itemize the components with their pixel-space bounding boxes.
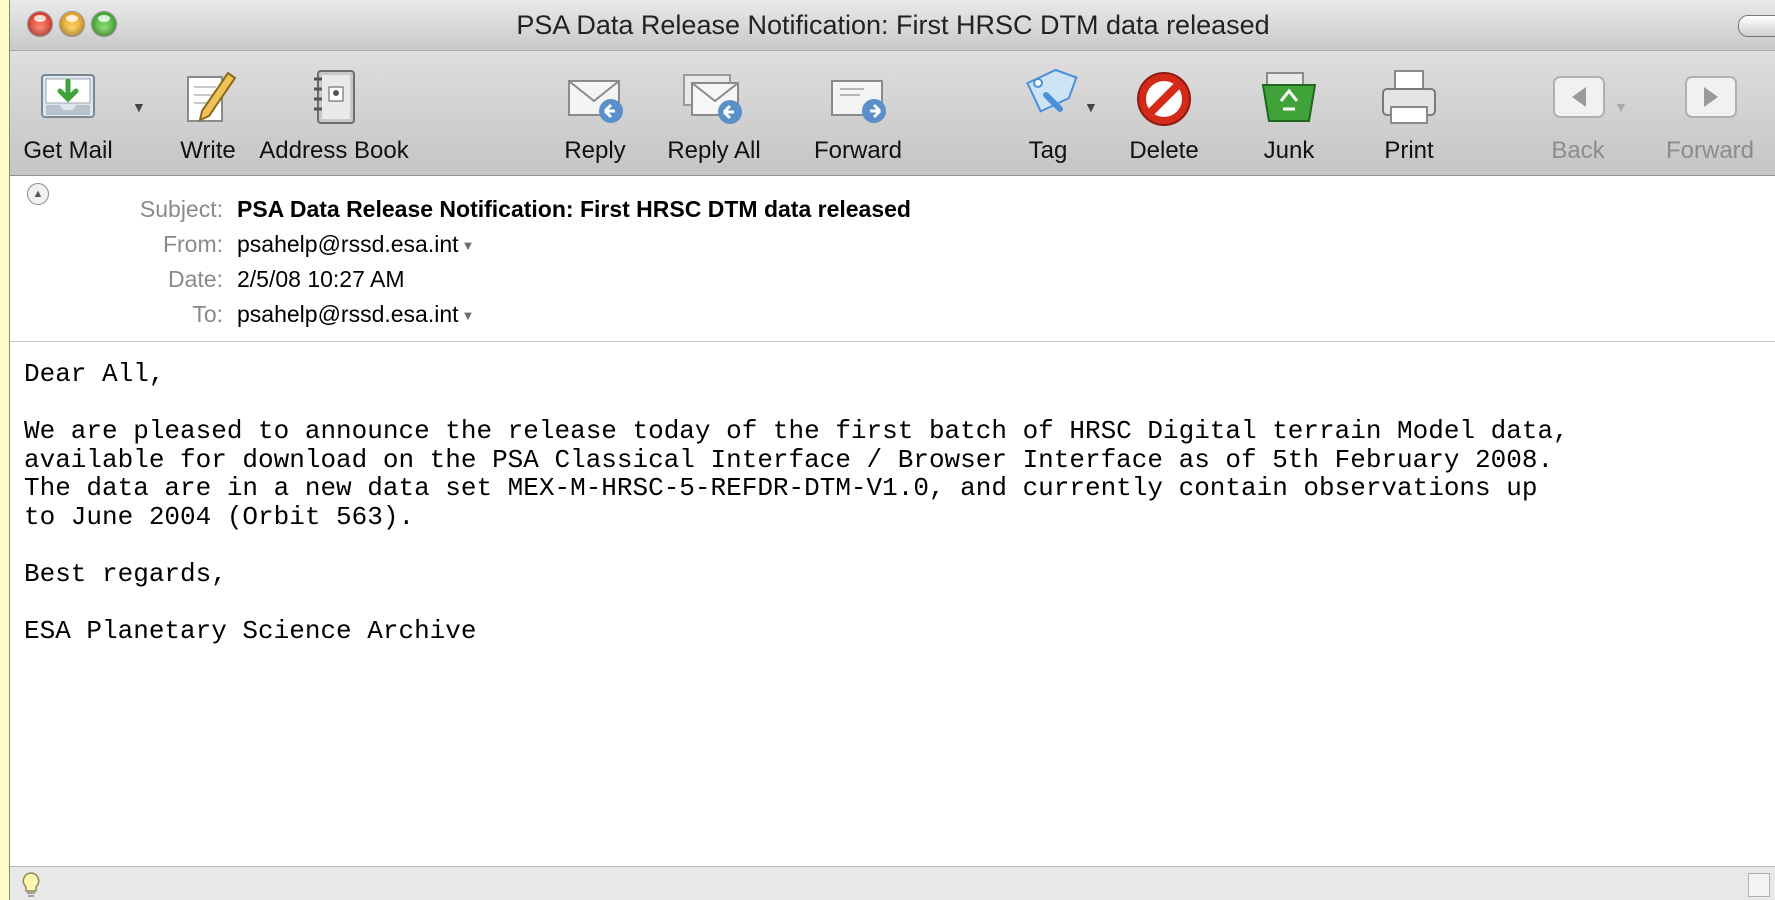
forward-nav-button[interactable]: Forward [1666, 51, 1754, 175]
reply-all-button[interactable]: Reply All [667, 51, 761, 175]
forward-nav-label: Forward [1665, 137, 1755, 164]
to-value[interactable]: psahelp@rssd.esa.int ▼ [237, 301, 474, 328]
reply-envelope-icon [568, 80, 623, 123]
message-body: Dear All, We are pleased to announce the … [24, 360, 1764, 674]
recycle-bin-icon [1261, 72, 1317, 122]
date-label: Date: [168, 266, 223, 292]
back-dropdown-icon[interactable]: ▼ [1614, 99, 1628, 115]
body-closing: Best regards, [24, 558, 227, 589]
pencil-paper-icon [187, 71, 237, 122]
body-paragraph: We are pleased to announce the release t… [24, 416, 1569, 532]
forward-arrow-icon [1685, 76, 1737, 118]
printer-icon [1382, 70, 1436, 124]
body-greeting: Dear All, [24, 359, 165, 389]
address-book-button[interactable]: Address Book [259, 51, 409, 175]
forward-label: Forward [813, 137, 903, 164]
message-header: ▲ Subject: PSA Data Release Notification… [10, 176, 1775, 342]
from-value[interactable]: psahelp@rssd.esa.int ▼ [237, 231, 474, 258]
get-mail-dropdown-icon[interactable]: ▼ [132, 99, 146, 115]
body-signature: ESA Planetary Science Archive [24, 615, 477, 646]
to-address[interactable]: psahelp@rssd.esa.int [237, 301, 459, 327]
address-book-label: Address Book [259, 137, 409, 164]
subject-label: Subject: [139, 196, 223, 222]
tag-dropdown-icon[interactable]: ▼ [1084, 99, 1098, 115]
junk-button[interactable]: Junk [1249, 51, 1329, 175]
delete-button[interactable]: Delete [1124, 51, 1204, 175]
date-value: 2/5/08 10:27 AM [237, 266, 405, 292]
reply-button[interactable]: Reply [555, 51, 635, 175]
title-bar[interactable]: PSA Data Release Notification: First HRS… [10, 0, 1775, 51]
back-arrow-icon [1553, 76, 1605, 118]
get-mail-button[interactable]: ▼ Get Mail [23, 51, 146, 175]
from-label: From: [162, 231, 223, 257]
print-button[interactable]: Print [1369, 51, 1449, 175]
write-button[interactable]: Write [168, 51, 248, 175]
mail-window: PSA Data Release Notification: First HRS… [9, 0, 1775, 900]
to-dropdown-icon[interactable]: ▼ [462, 308, 475, 323]
window-title: PSA Data Release Notification: First HRS… [516, 10, 1270, 40]
no-entry-icon [1137, 72, 1191, 126]
toolbar: ▼ Get Mail Write Address Book Reply Repl… [10, 51, 1775, 176]
address-book-icon [314, 70, 355, 124]
lightbulb-icon[interactable] [20, 871, 42, 899]
from-address[interactable]: psahelp@rssd.esa.int [237, 231, 459, 257]
subject-value: PSA Data Release Notification: First HRS… [237, 196, 911, 222]
reply-all-envelope-icon [683, 74, 742, 124]
tag-button[interactable]: ▼ Tag [1008, 51, 1098, 175]
reply-all-label: Reply All [667, 137, 761, 164]
print-label: Print [1384, 137, 1434, 164]
tag-icon [1026, 68, 1078, 113]
inbox-download-icon [41, 74, 95, 118]
to-label: To: [192, 301, 223, 327]
from-dropdown-icon[interactable]: ▼ [462, 238, 475, 253]
toolbar-toggle-button[interactable] [1738, 15, 1775, 37]
forward-button[interactable]: Forward [814, 51, 902, 175]
resize-grip[interactable] [1748, 873, 1770, 897]
status-bar [10, 866, 1775, 900]
back-button[interactable]: ▼ Back [1538, 51, 1628, 175]
forward-envelope-icon [831, 80, 886, 123]
